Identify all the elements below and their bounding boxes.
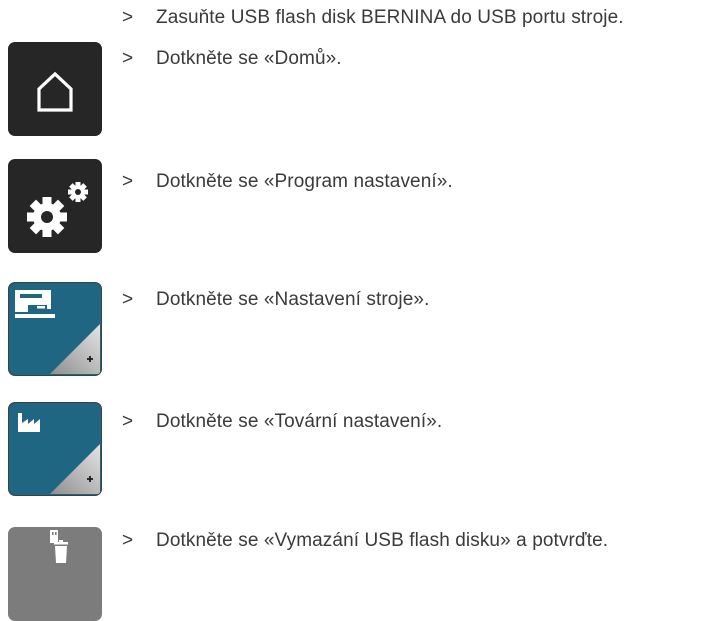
- step-insert-usb: > Zasuňte USB flash disk BERNINA do USB p…: [122, 7, 624, 29]
- setup-program-button[interactable]: [8, 159, 102, 253]
- step-marker: >: [122, 7, 134, 28]
- step-marker: >: [122, 530, 134, 551]
- step-delete-usb: > Dotkněte se «Vymazání USB flash disku» …: [122, 530, 608, 552]
- step-factory-settings: > Dotkněte se «Tovární nastavení».: [122, 411, 442, 433]
- sewing-machine-icon: [15, 290, 100, 374]
- step-text: Zasuňte USB flash disk BERNINA do USB po…: [156, 7, 624, 28]
- gears-icon: [27, 182, 88, 237]
- home-button[interactable]: [8, 42, 102, 136]
- delete-usb-button[interactable]: [8, 527, 102, 621]
- factory-icon: [18, 413, 100, 494]
- step-marker: >: [122, 289, 134, 310]
- step-text: Dotkněte se «Tovární nastavení».: [156, 411, 443, 432]
- step-text: Dotkněte se «Vymazání USB flash disku» a…: [156, 530, 609, 551]
- step-text: Dotkněte se «Nastavení stroje».: [156, 289, 430, 310]
- step-marker: >: [122, 48, 134, 69]
- step-machine-settings: > Dotkněte se «Nastavení stroje».: [122, 289, 429, 311]
- step-marker: >: [122, 411, 134, 432]
- step-text: Dotkněte se «Program nastavení».: [156, 171, 453, 192]
- usb-trash-icon: [50, 530, 68, 563]
- step-home: > Dotkněte se «Domů».: [122, 48, 342, 70]
- factory-settings-button[interactable]: [8, 402, 102, 496]
- machine-settings-button[interactable]: [8, 282, 102, 376]
- step-setup-program: > Dotkněte se «Program nastavení».: [122, 171, 453, 193]
- step-text: Dotkněte se «Domů».: [156, 48, 342, 69]
- home-icon: [37, 71, 73, 112]
- step-marker: >: [122, 171, 134, 192]
